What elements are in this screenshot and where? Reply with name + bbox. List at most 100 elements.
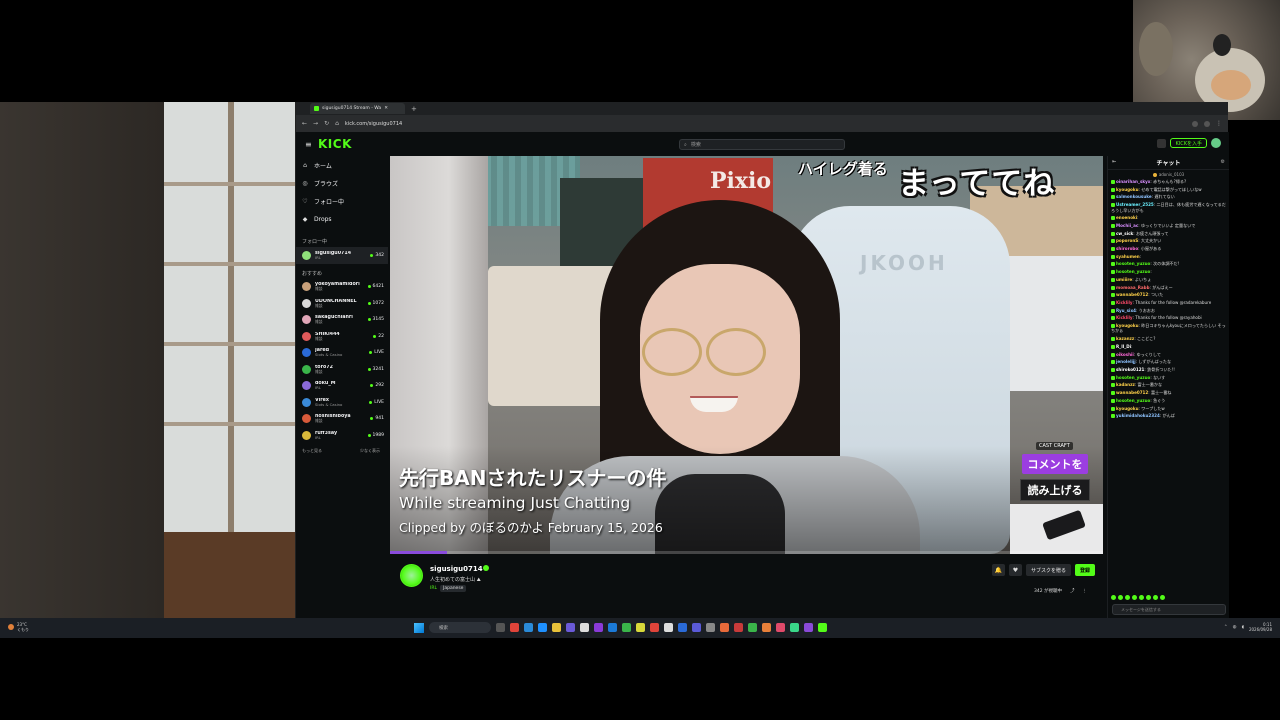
emote-icon[interactable] <box>1111 595 1116 600</box>
sidebar-channel[interactable]: toro72 雑談 3241 <box>296 361 388 378</box>
follow-button[interactable]: 登録 <box>1074 564 1095 576</box>
emote-icon[interactable] <box>1146 595 1151 600</box>
chat-username[interactable]: Kicklily <box>1116 315 1133 320</box>
share-icon[interactable]: ⤴ <box>1070 588 1075 594</box>
chat-username[interactable]: salmonkousuke <box>1116 194 1152 199</box>
kick-app-icon[interactable] <box>818 623 827 632</box>
user-avatar[interactable] <box>1211 138 1221 148</box>
show-more-link[interactable]: もっと見る <box>302 448 322 454</box>
back-icon[interactable]: ← <box>302 120 307 127</box>
profile-icon[interactable] <box>1204 120 1210 127</box>
chat-username[interactable]: Ustreamer_2525 <box>1116 202 1154 207</box>
sidebar-item-browse[interactable]: ◎ ブラウズ <box>302 174 388 192</box>
chat-username[interactable]: oinarihan_skyx <box>1116 179 1150 184</box>
sidebar-channel[interactable]: ruff3say IRL 1989 <box>296 427 388 444</box>
chat-input[interactable]: メッセージを送信する <box>1112 604 1226 615</box>
sidebar-channel[interactable]: Jared Slots & Casino LIVE <box>296 345 388 362</box>
taskbar-search[interactable]: 検索 <box>429 622 491 633</box>
chat-username[interactable]: hosoten_yuzuo <box>1116 398 1150 403</box>
app-icon[interactable] <box>678 623 687 632</box>
sidebar-channel[interactable]: hoshishiboya 雑談 941 <box>296 411 388 428</box>
task-view-icon[interactable] <box>496 623 505 632</box>
app-icon[interactable] <box>790 623 799 632</box>
chevron-up-icon[interactable]: ⌃ <box>1224 625 1228 630</box>
app-icon[interactable] <box>748 623 757 632</box>
app-icon[interactable] <box>594 623 603 632</box>
close-icon[interactable]: ✕ <box>384 106 388 111</box>
reload-icon[interactable]: ↻ <box>324 120 329 127</box>
weather-widget[interactable]: 23°C くもり <box>8 622 29 632</box>
volume-icon[interactable]: ◖ <box>1242 625 1244 630</box>
chat-username[interactable]: momoaa_Rabb <box>1116 285 1150 290</box>
show-less-link[interactable]: 少なく表示 <box>360 448 380 454</box>
sidebar-channel[interactable]: yokoyamamidori 雑談 6421 <box>296 279 388 296</box>
sidebar-channel[interactable]: sigusigu0714 IRL 342 <box>296 247 388 264</box>
chat-username[interactable]: kyougoku <box>1116 406 1139 411</box>
sidebar-item-home[interactable]: ⌂ ホーム <box>302 156 388 174</box>
video-player[interactable]: Pixio JKOOH ハイレグ着る まっててね 先行BANされたリスナーの件 … <box>390 156 1103 554</box>
chat-username[interactable]: Ryu_six4 <box>1116 308 1136 313</box>
chat-username[interactable]: hosoten_yuzuo <box>1116 261 1150 266</box>
windows-start-icon[interactable] <box>414 622 424 633</box>
sidebar-item-following[interactable]: ♡ フォロー中 <box>302 192 388 210</box>
chat-username[interactable]: hosoten_yuzuo <box>1116 375 1150 380</box>
language-tag[interactable]: Japanese <box>440 585 467 592</box>
app-icon[interactable] <box>538 623 547 632</box>
stream-category[interactable]: IRL <box>430 586 437 591</box>
app-icon[interactable] <box>650 623 659 632</box>
app-icon[interactable] <box>776 623 785 632</box>
sidebar-channel[interactable]: Virex Slots & Casino LIVE <box>296 394 388 411</box>
sidebar-channel[interactable]: sakaguchianri 雑談 3145 <box>296 312 388 329</box>
sidebar-channel[interactable]: UDONCHANNEL 雑談 1072 <box>296 295 388 312</box>
chat-username[interactable]: wannabe0712 <box>1116 390 1148 395</box>
more-icon[interactable]: ⋮ <box>1083 589 1088 594</box>
clock[interactable]: 0:11 2026/09/28 <box>1249 622 1272 632</box>
chat-username[interactable]: Mochii_ac <box>1116 223 1138 228</box>
chat-username[interactable]: yukimidahoku2324 <box>1116 413 1160 418</box>
chat-username[interactable]: R_II_Di <box>1116 344 1131 349</box>
bell-icon[interactable]: 🔔 <box>991 564 1005 576</box>
emote-icon[interactable] <box>1139 595 1144 600</box>
chat-username[interactable]: syahumen <box>1116 254 1140 259</box>
app-icon[interactable] <box>664 623 673 632</box>
chat-username[interactable]: hosoten_yuzuo <box>1116 269 1150 274</box>
get-kick-button[interactable]: KICKを入手 <box>1170 138 1207 148</box>
chat-username[interactable]: wannabe0712 <box>1116 292 1148 297</box>
emote-icon[interactable] <box>1118 595 1123 600</box>
chat-username[interactable]: enoenoki <box>1116 215 1137 220</box>
discord-icon[interactable] <box>566 623 575 632</box>
app-icon[interactable] <box>734 623 743 632</box>
network-icon[interactable]: ◍ <box>1233 625 1237 630</box>
forward-icon[interactable]: → <box>313 120 318 127</box>
chat-username[interactable]: umiiire <box>1116 277 1132 282</box>
chat-settings-icon[interactable]: ⚙ <box>1221 159 1225 165</box>
obs-icon[interactable] <box>580 623 589 632</box>
chat-username[interactable]: kazanzz <box>1116 336 1134 341</box>
sidebar-channel[interactable]: doku_M IRL 292 <box>296 378 388 395</box>
emote-icon[interactable] <box>1132 595 1137 600</box>
emote-icon[interactable] <box>1125 595 1130 600</box>
chat-username[interactable]: jenolelijj <box>1116 359 1136 364</box>
gift-sub-button[interactable]: サブスクを贈る <box>1025 564 1071 576</box>
app-icon[interactable] <box>636 623 645 632</box>
hamburger-menu-icon[interactable]: ≡ <box>305 140 312 149</box>
chat-username[interactable]: oikoshii <box>1116 352 1134 357</box>
chat-username[interactable]: shiroko0121 <box>1116 367 1144 372</box>
edge-icon[interactable] <box>524 623 533 632</box>
streamer-name[interactable]: sigusigu0714 <box>430 565 483 573</box>
home-icon[interactable]: ⌂ <box>335 120 339 127</box>
extension-icon[interactable] <box>1192 120 1198 127</box>
collapse-chat-icon[interactable]: ⇤ <box>1112 159 1116 165</box>
new-tab-icon[interactable]: + <box>411 105 417 113</box>
kick-logo[interactable]: KICK <box>318 137 352 151</box>
browser-tab[interactable]: sigusigu0714 Stream - Wa ✕ <box>310 103 405 114</box>
app-icon[interactable] <box>692 623 701 632</box>
settings-icon[interactable] <box>706 623 715 632</box>
pinned-user[interactable]: adonis_0103 <box>1159 172 1184 177</box>
heart-icon[interactable]: ♥ <box>1008 564 1022 576</box>
app-icon[interactable] <box>1157 138 1167 148</box>
chat-username[interactable]: shirorobo <box>1116 246 1138 251</box>
streamer-avatar[interactable] <box>400 564 423 587</box>
chat-username[interactable]: kyougoku <box>1116 187 1139 192</box>
menu-dots-icon[interactable]: ⋮ <box>1216 120 1222 127</box>
